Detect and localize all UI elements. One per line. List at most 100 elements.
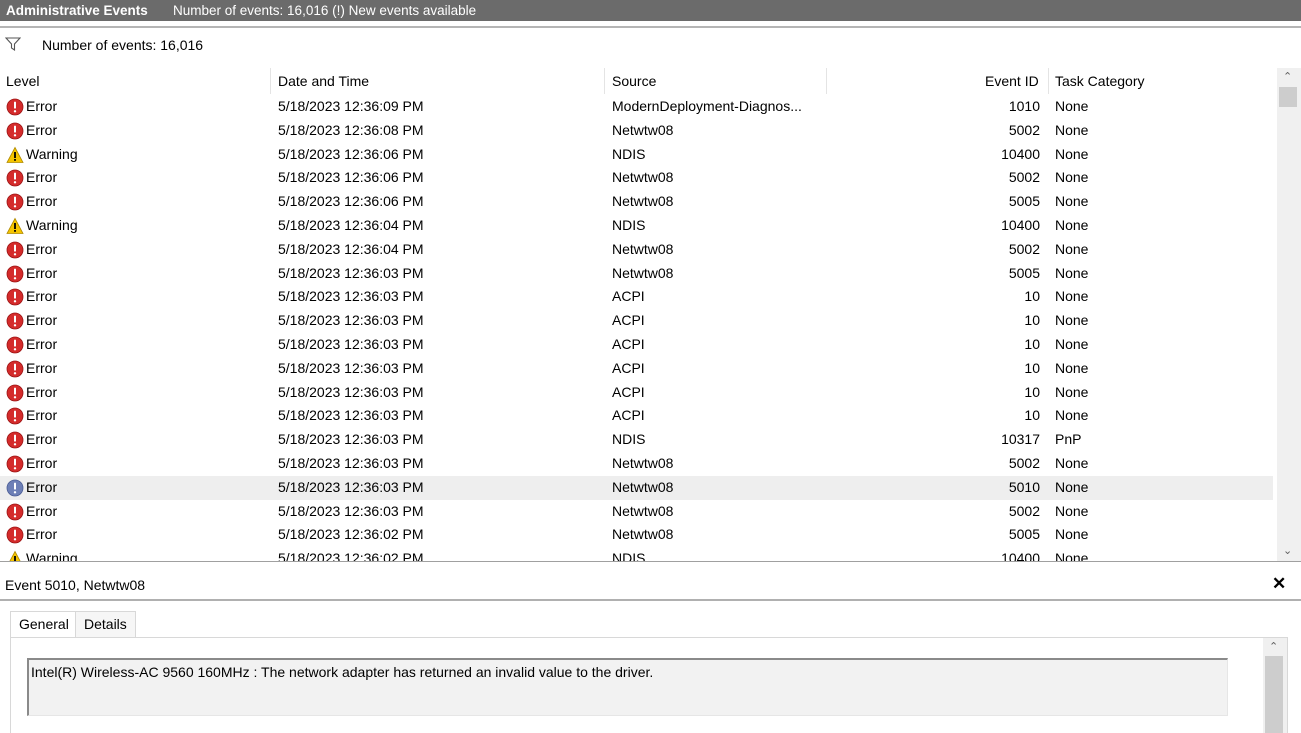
- event-count: Number of events: 16,016: [42, 37, 204, 53]
- row-date-time: 5/18/2023 12:36:03 PM: [278, 431, 424, 448]
- table-row[interactable]: Error 5/18/2023 12:36:03 PM Netwtw08 5002 No…: [0, 500, 1273, 524]
- table-row[interactable]: Error 5/18/2023 12:36:02 PM Netwtw08 5005 No…: [0, 523, 1273, 547]
- column-event-id[interactable]: Event ID: [985, 73, 1039, 89]
- warning-icon: [6, 146, 24, 163]
- detail-scrollbar[interactable]: ⌃: [1263, 638, 1287, 733]
- column-divider[interactable]: [826, 68, 827, 94]
- row-date-time: 5/18/2023 12:36:03 PM: [278, 502, 424, 519]
- column-source[interactable]: Source: [612, 73, 656, 89]
- scrollbar-thumb[interactable]: [1279, 87, 1297, 107]
- row-event-id: 5005: [1008, 264, 1040, 281]
- column-date-time[interactable]: Date and Time: [278, 73, 369, 89]
- row-task-category: None: [1055, 359, 1089, 376]
- error-icon: [6, 431, 24, 449]
- table-row[interactable]: Error 5/18/2023 12:36:03 PM ACPI 10 None: [0, 285, 1273, 309]
- table-row[interactable]: Error 5/18/2023 12:36:06 PM Netwtw08 5002 No…: [0, 166, 1273, 190]
- row-event-id: 5002: [1008, 121, 1040, 138]
- row-date-time: 5/18/2023 12:36:02 PM: [278, 526, 424, 543]
- column-task-category[interactable]: Task Category: [1055, 73, 1144, 89]
- row-task-category: None: [1055, 98, 1089, 114]
- row-date-time: 5/18/2023 12:36:03 PM: [278, 288, 424, 305]
- row-task-category: PnP: [1055, 431, 1082, 448]
- table-row[interactable]: Error 5/18/2023 12:36:08 PM Netwtw08 5002 No…: [0, 119, 1273, 143]
- row-event-id: 10400: [1001, 145, 1040, 162]
- row-task-category: None: [1055, 264, 1089, 281]
- row-event-id: 5010: [1008, 478, 1040, 495]
- row-level: Error: [26, 98, 58, 114]
- scrollbar-thumb[interactable]: [1265, 656, 1283, 733]
- row-task-category: None: [1055, 240, 1089, 257]
- error-icon: [6, 312, 24, 330]
- scroll-up-icon[interactable]: ⌃: [1283, 70, 1292, 83]
- table-row[interactable]: Warning 5/18/2023 12:36:04 PM NDIS 10400 Non…: [0, 214, 1273, 238]
- row-task-category: None: [1055, 312, 1089, 329]
- row-source: NDIS: [612, 431, 646, 448]
- table-row[interactable]: Error 5/18/2023 12:36:03 PM ACPI 10 None: [0, 357, 1273, 381]
- warning-icon: [9, 550, 21, 561]
- table-row[interactable]: Error 5/18/2023 12:36:03 PM Netwtw08 5002 No…: [0, 452, 1273, 476]
- row-level: Error: [26, 336, 58, 352]
- table-row[interactable]: Error 5/18/2023 12:36:04 PM Netwtw08 5002 No…: [0, 238, 1273, 262]
- error-icon: [6, 265, 24, 282]
- error-icon: [6, 526, 24, 544]
- row-source: NDIS: [612, 217, 646, 233]
- scroll-down-icon[interactable]: ⌄: [1283, 544, 1292, 557]
- table-row[interactable]: Warning 5/18/2023 12:36:06 PM NDIS 10400 Non…: [0, 143, 1273, 167]
- table-row[interactable]: Error 5/18/2023 12:36:03 PM ACPI 10 None: [0, 309, 1273, 333]
- row-task-category: None: [1055, 169, 1089, 186]
- row-event-id: 10: [1024, 288, 1040, 305]
- row-level: Error: [26, 312, 58, 329]
- row-event-id: 10: [1024, 383, 1040, 400]
- tab-details[interactable]: Details: [75, 611, 136, 638]
- row-event-id: 5002: [1008, 169, 1040, 186]
- table-scrollbar[interactable]: ⌃ ⌄: [1277, 68, 1301, 561]
- scroll-up-icon[interactable]: ⌃: [1269, 640, 1278, 653]
- error-icon: [6, 169, 24, 187]
- row-source: ACPI: [612, 407, 645, 424]
- table-row[interactable]: Error 5/18/2023 12:36:03 PM Netwtw08 5005 No…: [0, 262, 1273, 286]
- row-task-category: None: [1055, 193, 1089, 210]
- column-divider[interactable]: [604, 68, 605, 94]
- close-icon[interactable]: ✕: [1272, 574, 1286, 594]
- row-source: Netwtw08: [612, 240, 674, 257]
- event-description-box[interactable]: Intel(R) Wireless-AC 9560 160MHz : The n…: [27, 658, 1228, 716]
- row-source: ACPI: [612, 359, 645, 376]
- row-level: Error: [26, 193, 58, 210]
- tab-general[interactable]: General: [10, 611, 78, 639]
- row-task-category: None: [1055, 217, 1089, 233]
- table-row[interactable]: Warning 5/18/2023 12:36:02 PM NDIS 10400 Non…: [0, 547, 1273, 561]
- row-level: Error: [26, 526, 58, 543]
- table-header: Level Date and Time Source Event ID Task…: [0, 68, 1277, 94]
- table-row[interactable]: Error 5/18/2023 12:36:06 PM Netwtw08 5005 No…: [0, 190, 1273, 214]
- table-row[interactable]: Error 5/18/2023 12:36:09 PM ModernDeployme…: [0, 95, 1273, 119]
- row-source: ACPI: [612, 312, 645, 329]
- row-level: Error: [26, 264, 58, 281]
- filter-icon[interactable]: [5, 37, 21, 51]
- row-level: Error: [26, 455, 58, 471]
- column-divider[interactable]: [1048, 68, 1049, 94]
- row-event-id: 10: [1024, 336, 1040, 352]
- error-icon: [6, 336, 24, 354]
- table-row[interactable]: Error 5/18/2023 12:36:03 PM ACPI 10 None: [0, 404, 1273, 428]
- column-level[interactable]: Level: [6, 73, 39, 89]
- table-row[interactable]: Error 5/18/2023 12:36:03 PM ACPI 10 None: [0, 381, 1273, 405]
- row-task-category: None: [1055, 502, 1089, 519]
- event-description: Intel(R) Wireless-AC 9560 160MHz : The n…: [31, 664, 654, 680]
- row-date-time: 5/18/2023 12:36:04 PM: [278, 240, 424, 257]
- row-date-time: 5/18/2023 12:36:06 PM: [278, 193, 424, 210]
- row-level: Warning: [26, 550, 78, 561]
- row-date-time: 5/18/2023 12:36:04 PM: [278, 217, 424, 233]
- row-event-id: 10: [1024, 312, 1040, 329]
- row-source: NDIS: [612, 550, 646, 561]
- view-info: Number of events: 16,016 (!) New events …: [173, 3, 477, 18]
- general-panel: Intel(R) Wireless-AC 9560 160MHz : The n…: [10, 637, 1288, 733]
- row-event-id: 10: [1024, 359, 1040, 376]
- column-divider[interactable]: [270, 68, 271, 94]
- row-date-time: 5/18/2023 12:36:03 PM: [278, 407, 424, 424]
- row-source: ACPI: [612, 288, 645, 305]
- row-level: Error: [26, 383, 58, 400]
- table-row[interactable]: Error 5/18/2023 12:36:03 PM NDIS 10317 PnP: [0, 428, 1273, 452]
- table-row[interactable]: Error 5/18/2023 12:36:03 PM ACPI 10 None: [0, 333, 1273, 357]
- row-event-id: 5005: [1008, 193, 1040, 210]
- table-row[interactable]: Error 5/18/2023 12:36:03 PM Netwtw08 5010 No…: [0, 475, 1273, 500]
